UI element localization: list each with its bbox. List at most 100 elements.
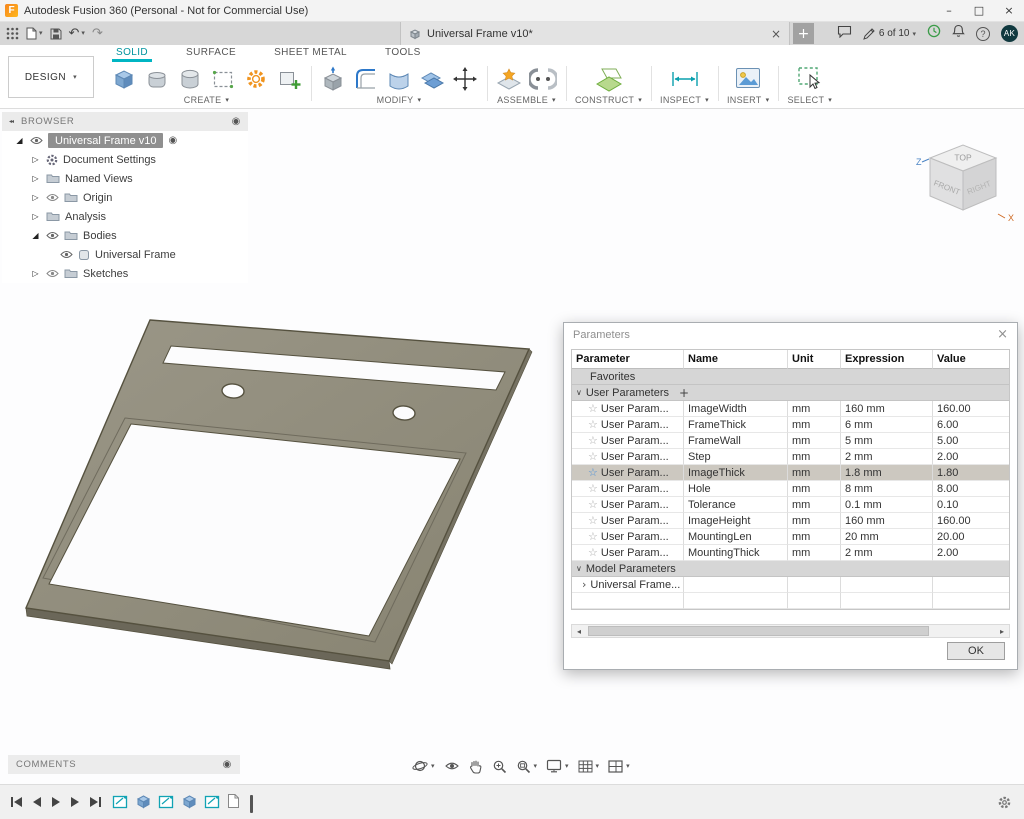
help-icon[interactable]: ? [976, 27, 990, 41]
browser-item-root[interactable]: ◢ Universal Frame v10 ◉ [2, 131, 248, 150]
comments-panel[interactable]: COMMENTS ◉ [8, 755, 240, 774]
panel-collapse-icon[interactable]: ◂◂ [9, 118, 13, 125]
browser-item-label[interactable]: Bodies [83, 230, 117, 242]
param-expression-cell[interactable]: 6 mm [841, 417, 933, 433]
pattern-gear-icon[interactable] [243, 66, 269, 92]
favorite-star-icon[interactable]: ☆ [588, 401, 598, 417]
new-component-star-icon[interactable] [496, 67, 522, 91]
view-cube[interactable]: TOP FRONT RIGHT Z X [912, 130, 1016, 227]
tab-solid[interactable]: SOLID [112, 45, 152, 62]
eye-icon[interactable] [46, 269, 59, 278]
display-toggle-icon[interactable]: ◉ [232, 116, 241, 127]
redo-button[interactable]: ↷ [92, 27, 103, 40]
timeline-sketch-feature-icon[interactable] [112, 793, 129, 814]
browser-item-sketches[interactable]: ▷ Sketches [2, 264, 248, 283]
timeline-step-back-button[interactable] [32, 795, 42, 813]
cylinder-primitive-icon[interactable] [177, 66, 203, 92]
table-row[interactable]: ☆User Param... Hole mm 8 mm 8.00 [572, 481, 1009, 497]
chevron-expanded-icon[interactable]: ◢ [14, 136, 25, 145]
param-expression-cell[interactable]: 0.1 mm [841, 497, 933, 513]
modify-menu[interactable]: MODIFY▾ [377, 95, 422, 105]
param-expression-cell[interactable]: 2 mm [841, 449, 933, 465]
chevron-collapsed-icon[interactable]: ▷ [30, 155, 41, 164]
table-row[interactable]: ☆User Param... Step mm 2 mm 2.00 [572, 449, 1009, 465]
create-menu[interactable]: CREATE▾ [184, 95, 229, 105]
zoom-window-icon[interactable]: ▾ [516, 759, 538, 774]
zoom-icon[interactable] [492, 759, 507, 774]
chevron-collapsed-icon[interactable]: ▷ [30, 212, 41, 221]
param-name-cell[interactable]: ImageThick [684, 465, 788, 481]
timeline-position-marker[interactable] [250, 795, 253, 813]
param-name-cell[interactable]: MountingLen [684, 529, 788, 545]
display-toggle-icon[interactable]: ◉ [168, 135, 177, 146]
add-parameter-icon[interactable]: + [679, 387, 689, 399]
browser-item-analysis[interactable]: ▷ Analysis [2, 207, 248, 226]
undo-button[interactable]: ↶▾ [69, 27, 85, 40]
scroll-right-icon[interactable]: ▸ [995, 627, 1009, 636]
browser-item-body-universal-frame[interactable]: Universal Frame [2, 245, 248, 264]
insert-menu[interactable]: INSERT▾ [727, 95, 769, 105]
timeline-sketch-feature-icon[interactable] [204, 793, 221, 814]
table-row[interactable]: ☆User Param... MountingLen mm 20 mm 20.0… [572, 529, 1009, 545]
select-tool-icon[interactable] [797, 66, 823, 91]
pan-hand-icon[interactable] [469, 759, 483, 774]
tab-sheet-metal[interactable]: SHEET METAL [270, 45, 351, 62]
row-chevron-icon[interactable]: › [582, 577, 586, 593]
browser-header[interactable]: ◂◂ BROWSER ◉ [2, 112, 248, 131]
browser-item-bodies[interactable]: ◢ Bodies [2, 226, 248, 245]
model-component-row[interactable]: ›Universal Frame... [572, 577, 1009, 593]
combine-icon[interactable] [419, 66, 445, 92]
display-settings-icon[interactable]: ▾ [546, 759, 569, 773]
ok-button[interactable]: OK [947, 642, 1005, 660]
table-row-selected[interactable]: ☆User Param... ImageThick mm 1.8 mm 1.80 [572, 465, 1009, 481]
new-tab-button[interactable]: + [793, 23, 814, 44]
table-row[interactable]: ☆User Param... FrameWall mm 5 mm 5.00 [572, 433, 1009, 449]
tab-close-icon[interactable]: × [771, 27, 781, 41]
param-name-cell[interactable]: Tolerance [684, 497, 788, 513]
grid-settings-icon[interactable]: ▾ [578, 760, 600, 773]
document-tab[interactable]: Universal Frame v10* × [400, 22, 790, 45]
timeline-settings-gear-icon[interactable] [997, 795, 1012, 815]
file-menu-icon[interactable]: ▾ [26, 27, 43, 40]
display-toggle-icon[interactable]: ◉ [223, 759, 232, 770]
favorites-section-row[interactable]: Favorites [572, 369, 1009, 385]
minimize-button[interactable]: – [934, 0, 964, 21]
param-name-cell[interactable]: MountingThick [684, 545, 788, 561]
fillet-icon[interactable] [353, 66, 379, 92]
inspect-menu[interactable]: INSPECT▾ [660, 95, 709, 105]
orbit-icon[interactable]: ▾ [412, 758, 435, 774]
timeline-extrude-feature-icon[interactable] [135, 793, 152, 814]
insert-canvas-icon[interactable] [735, 67, 761, 90]
assemble-menu[interactable]: ASSEMBLE▾ [497, 95, 556, 105]
favorite-star-icon[interactable]: ☆ [588, 545, 598, 561]
param-name-cell[interactable]: ImageHeight [684, 513, 788, 529]
job-status-button[interactable]: 6 of 10 ▾ [863, 28, 916, 40]
param-expression-cell[interactable]: 20 mm [841, 529, 933, 545]
browser-item-document-settings[interactable]: ▷ Document Settings [2, 150, 248, 169]
model-parameters-section-row[interactable]: ∨ Model Parameters [572, 561, 1009, 577]
workspace-design-button[interactable]: DESIGN ▾ [8, 56, 94, 98]
browser-item-origin[interactable]: ▷ Origin [2, 188, 248, 207]
browser-item-named-views[interactable]: ▷ Named Views [2, 169, 248, 188]
tab-tools[interactable]: TOOLS [381, 45, 425, 62]
browser-item-label[interactable]: Sketches [83, 268, 128, 280]
job-history-clock-icon[interactable] [927, 24, 941, 43]
browser-item-label[interactable]: Universal Frame v10 [48, 133, 163, 148]
eye-icon[interactable] [30, 136, 43, 145]
shell-icon[interactable] [386, 66, 412, 92]
user-parameters-section-row[interactable]: ∨ User Parameters + [572, 385, 1009, 401]
timeline-play-button[interactable] [51, 795, 61, 813]
favorite-star-icon[interactable]: ☆ [588, 465, 598, 481]
notifications-bell-icon[interactable] [952, 24, 965, 43]
timeline-sketch-feature-icon[interactable] [158, 793, 175, 814]
table-row[interactable]: ☆User Param... ImageHeight mm 160 mm 160… [572, 513, 1009, 529]
chevron-collapsed-icon[interactable]: ▷ [30, 174, 41, 183]
maximize-button[interactable]: □ [964, 0, 994, 21]
user-avatar[interactable]: AK [1001, 25, 1018, 42]
sketch-region-icon[interactable] [210, 66, 236, 92]
chevron-expanded-icon[interactable]: ◢ [30, 231, 41, 240]
section-chevron-icon[interactable]: ∨ [576, 564, 582, 573]
favorite-star-icon[interactable]: ☆ [588, 497, 598, 513]
new-component-icon[interactable] [111, 66, 137, 92]
chevron-collapsed-icon[interactable]: ▷ [30, 269, 41, 278]
